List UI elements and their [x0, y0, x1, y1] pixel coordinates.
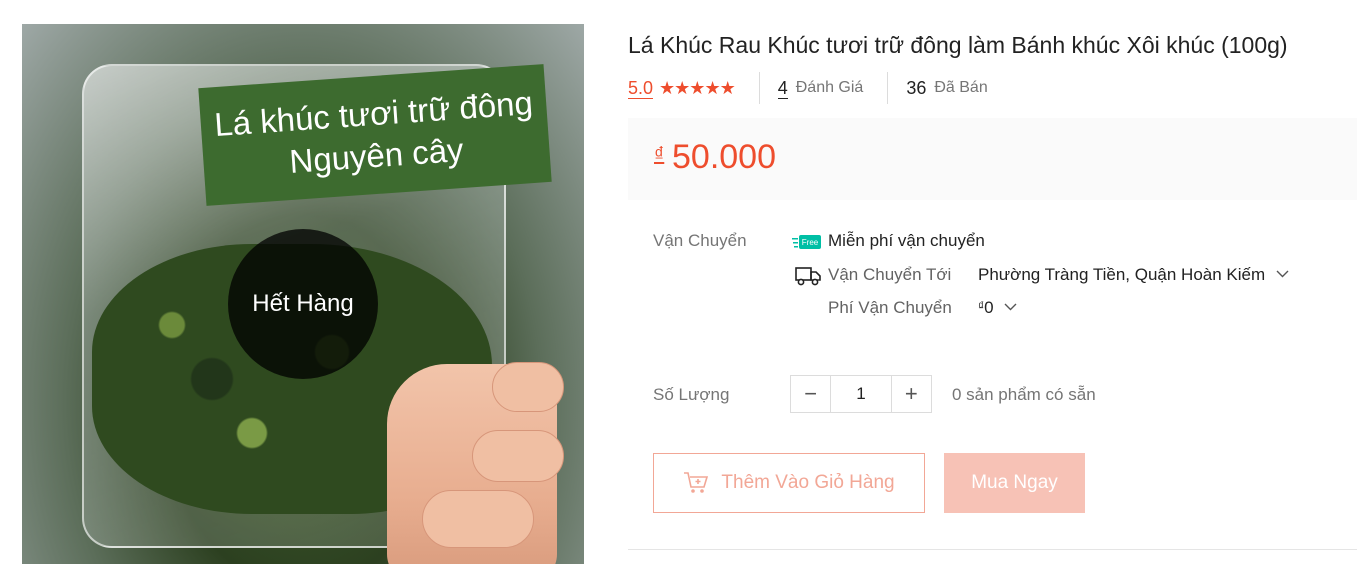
ship-to-value: Phường Tràng Tiền, Quận Hoàn Kiếm [978, 265, 1266, 284]
buy-now-button[interactable]: Mua Ngay [944, 453, 1085, 513]
shipping-fee-selector[interactable]: ₫0 [978, 298, 1017, 318]
shipping-label: Vận Chuyển [653, 231, 747, 250]
reviews-count[interactable]: 4 [777, 78, 788, 99]
truck-icon [795, 267, 821, 286]
ship-to-label: Vận Chuyển Tới [828, 265, 952, 284]
reviews-label: Đánh Giá [795, 79, 864, 96]
product-sign: Lá khúc tươi trữ đông Nguyên cây [198, 64, 552, 206]
add-to-cart-label: Thêm Vào Giỏ Hàng [721, 472, 895, 493]
decrease-quantity-button[interactable]: − [791, 376, 831, 412]
product-image[interactable]: Lá khúc tươi trữ đông Nguyên cây Hết Hàn… [22, 24, 584, 564]
cart-icon [684, 472, 709, 493]
quantity-stepper: − 1 + [790, 375, 932, 413]
product-title: Lá Khúc Rau Khúc tươi trữ đông làm Bánh … [628, 32, 1288, 58]
quantity-input[interactable]: 1 [830, 376, 892, 412]
rating-stars: ★★★★★ [659, 77, 736, 98]
finger [422, 490, 534, 548]
divider [887, 72, 889, 104]
chevron-down-icon [1276, 270, 1289, 278]
free-shipping-text: Miễn phí vận chuyển [828, 231, 985, 250]
product-stats: 5.0 ★★★★★ 4 Đánh Giá 36 Đã Bán [628, 72, 988, 104]
sold-label: Đã Bán [934, 79, 988, 96]
sold-out-badge: Hết Hàng [228, 229, 378, 379]
price-amount: 50.000 [672, 138, 776, 176]
finger [492, 362, 564, 412]
rating-value[interactable]: 5.0 [628, 78, 654, 99]
shipping-fee-label: Phí Vận Chuyển [828, 298, 952, 317]
divider [758, 72, 760, 104]
stock-available: 0 sản phẩm có sẵn [952, 385, 1096, 404]
add-to-cart-button[interactable]: Thêm Vào Giỏ Hàng [653, 453, 925, 513]
free-badge-text: Free [802, 238, 819, 247]
free-shipping-icon: Free [792, 235, 821, 249]
divider [628, 549, 1357, 550]
price-currency: ₫ [654, 144, 665, 166]
ship-to-selector[interactable]: Phường Tràng Tiền, Quận Hoàn Kiếm [978, 265, 1289, 285]
fee-value: 0 [984, 298, 994, 317]
quantity-label: Số Lượng [653, 385, 730, 404]
sold-count: 36 [906, 78, 927, 98]
increase-quantity-button[interactable]: + [891, 376, 931, 412]
price-section: ₫ 50.000 [628, 118, 1357, 200]
chevron-down-icon [1004, 303, 1017, 311]
finger [472, 430, 564, 482]
